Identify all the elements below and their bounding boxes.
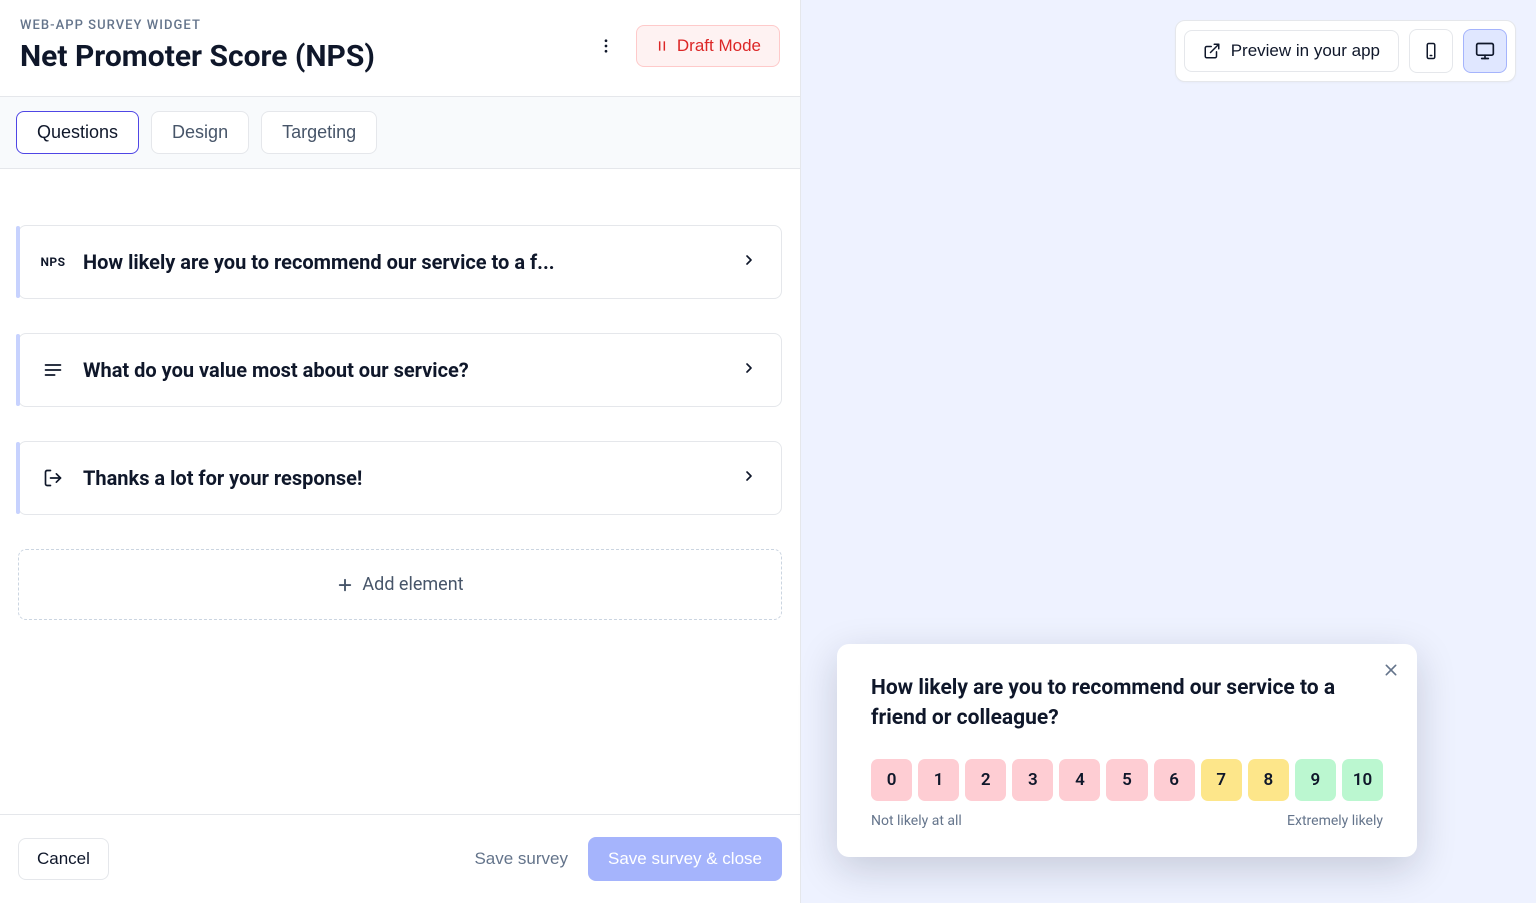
- nps-score-1[interactable]: 1: [918, 759, 959, 801]
- more-menu-button[interactable]: [588, 28, 624, 64]
- nps-score-2[interactable]: 2: [965, 759, 1006, 801]
- external-link-icon: [1203, 42, 1221, 60]
- chevron-right-icon: [741, 360, 757, 380]
- mobile-icon: [1422, 42, 1440, 60]
- survey-title: Net Promoter Score (NPS): [20, 39, 375, 74]
- nps-high-label: Extremely likely: [1287, 813, 1383, 829]
- tab-design[interactable]: Design: [151, 111, 249, 154]
- tab-targeting[interactable]: Targeting: [261, 111, 377, 154]
- survey-widget-preview: How likely are you to recommend our serv…: [837, 644, 1417, 857]
- nps-icon: NPS: [40, 255, 65, 269]
- add-element-label: Add element: [362, 574, 463, 595]
- nps-score-3[interactable]: 3: [1012, 759, 1053, 801]
- widget-question-text: How likely are you to recommend our serv…: [871, 674, 1383, 733]
- close-icon: [1383, 662, 1399, 678]
- preview-in-app-button[interactable]: Preview in your app: [1184, 30, 1399, 72]
- tab-questions[interactable]: Questions: [16, 111, 139, 154]
- questions-list: NPS How likely are you to recommend our s…: [0, 169, 800, 814]
- chevron-right-icon: [741, 468, 757, 488]
- question-title: Thanks a lot for your response!: [83, 466, 362, 490]
- save-survey-button[interactable]: Save survey: [474, 849, 568, 869]
- question-title: How likely are you to recommend our serv…: [83, 250, 555, 274]
- widget-close-button[interactable]: [1379, 658, 1403, 682]
- plus-icon: [336, 576, 354, 594]
- draft-mode-button[interactable]: Draft Mode: [636, 25, 780, 67]
- nps-score-0[interactable]: 0: [871, 759, 912, 801]
- footer: Cancel Save survey Save survey & close: [0, 814, 800, 903]
- pause-icon: [655, 39, 669, 53]
- preview-toolbar: Preview in your app: [1175, 20, 1516, 82]
- nps-score-8[interactable]: 8: [1248, 759, 1289, 801]
- dots-vertical-icon: [597, 37, 615, 55]
- question-card[interactable]: NPS How likely are you to recommend our s…: [18, 225, 782, 299]
- nps-score-5[interactable]: 5: [1106, 759, 1147, 801]
- chevron-right-icon: [741, 252, 757, 272]
- desktop-icon: [1475, 41, 1495, 61]
- preview-in-app-label: Preview in your app: [1231, 41, 1380, 61]
- nps-score-4[interactable]: 4: [1059, 759, 1100, 801]
- preview-panel: Preview in your app How likely are you t…: [801, 0, 1536, 903]
- editor-panel: WEB-APP SURVEY WIDGET Net Promoter Score…: [0, 0, 801, 903]
- text-lines-icon: [43, 360, 63, 380]
- desktop-preview-button[interactable]: [1463, 29, 1507, 73]
- add-element-button[interactable]: Add element: [18, 549, 782, 620]
- nps-scale: 012345678910: [871, 759, 1383, 801]
- nps-score-7[interactable]: 7: [1201, 759, 1242, 801]
- nps-score-9[interactable]: 9: [1295, 759, 1336, 801]
- nps-scale-labels: Not likely at all Extremely likely: [871, 813, 1383, 829]
- exit-icon: [43, 468, 63, 488]
- question-title: What do you value most about our service…: [83, 358, 469, 382]
- survey-type-label: WEB-APP SURVEY WIDGET: [20, 18, 375, 33]
- tabs: Questions Design Targeting: [0, 96, 800, 169]
- nps-score-10[interactable]: 10: [1342, 759, 1383, 801]
- save-close-button[interactable]: Save survey & close: [588, 837, 782, 881]
- question-card[interactable]: Thanks a lot for your response!: [18, 441, 782, 515]
- nps-score-6[interactable]: 6: [1154, 759, 1195, 801]
- mobile-preview-button[interactable]: [1409, 29, 1453, 73]
- question-card[interactable]: What do you value most about our service…: [18, 333, 782, 407]
- header: WEB-APP SURVEY WIDGET Net Promoter Score…: [0, 0, 800, 96]
- cancel-button[interactable]: Cancel: [18, 838, 109, 880]
- nps-low-label: Not likely at all: [871, 813, 962, 829]
- draft-mode-label: Draft Mode: [677, 36, 761, 56]
